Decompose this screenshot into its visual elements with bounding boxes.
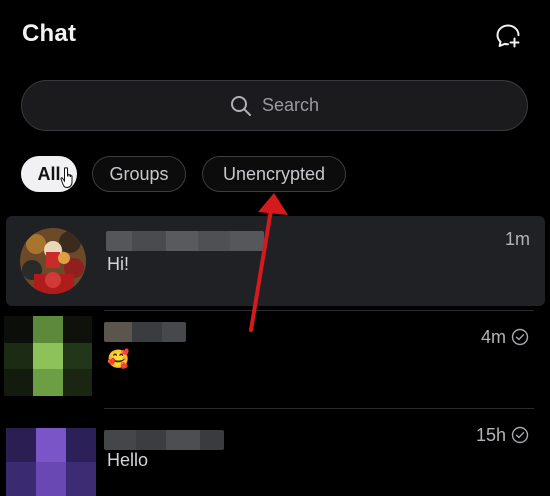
hand-cursor-icon (60, 167, 73, 189)
message-time: 4m (480, 327, 506, 347)
last-message: Hi! (107, 254, 129, 274)
contact-avatar[interactable] (20, 228, 86, 294)
filter-unencrypted-chip[interactable]: Unencrypted (202, 156, 346, 192)
row-divider (104, 408, 534, 409)
contact-avatar[interactable] (4, 316, 92, 396)
avatar-image (4, 316, 92, 396)
chat-row[interactable] (6, 216, 545, 306)
read-check-icon (511, 426, 529, 444)
contact-name-redacted (104, 322, 186, 342)
contact-name-redacted (106, 231, 264, 251)
new-chat-icon[interactable] (494, 22, 522, 50)
page-title: Chat (22, 20, 77, 47)
last-message: Hello (107, 450, 149, 470)
avatar-image (20, 228, 86, 294)
message-time: 1m (504, 229, 530, 249)
read-check-icon (511, 328, 529, 346)
last-message: 🥰 (107, 349, 130, 369)
contact-avatar[interactable] (6, 428, 96, 496)
search-bar[interactable]: Search (21, 80, 528, 131)
filter-groups-chip[interactable]: Groups (92, 156, 186, 192)
search-placeholder: Search (261, 95, 320, 115)
avatar-image (6, 428, 96, 496)
message-time: 15h (475, 425, 506, 445)
search-icon (230, 95, 251, 116)
row-divider (104, 310, 534, 311)
contact-name-redacted (104, 430, 224, 450)
